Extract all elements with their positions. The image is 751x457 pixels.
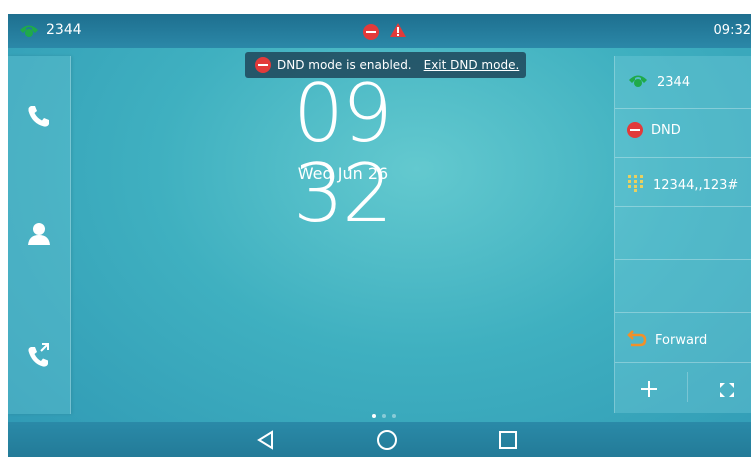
divider bbox=[615, 108, 751, 109]
dnd-item[interactable]: DND bbox=[627, 122, 681, 138]
page-indicator bbox=[372, 414, 396, 418]
left-sidebar bbox=[8, 56, 71, 414]
page-dot[interactable] bbox=[392, 414, 396, 418]
expand-icon[interactable] bbox=[720, 382, 734, 401]
clock-date: Wed Jun 26 bbox=[297, 164, 389, 183]
recents-icon[interactable] bbox=[496, 428, 520, 452]
divider bbox=[615, 206, 751, 207]
plus-icon[interactable] bbox=[640, 380, 658, 402]
phone-screen: 2344 09:32 DND mode is enabled. Exit DND… bbox=[8, 14, 751, 457]
dnd-icon bbox=[255, 57, 271, 73]
forward-item[interactable]: Forward bbox=[627, 329, 707, 351]
divider bbox=[615, 157, 751, 158]
status-bar: 2344 09:32 bbox=[8, 14, 751, 48]
dnd-label: DND bbox=[651, 122, 681, 138]
clock-time: 09 32 bbox=[293, 67, 393, 240]
divider bbox=[615, 312, 751, 313]
warning-icon bbox=[389, 22, 407, 42]
status-line[interactable]: 2344 bbox=[18, 22, 82, 38]
page-dot[interactable] bbox=[372, 414, 376, 418]
status-time: 09:32 bbox=[713, 23, 751, 38]
status-alerts bbox=[363, 22, 407, 42]
account-label: 2344 bbox=[657, 74, 691, 90]
phone-green-icon bbox=[18, 22, 40, 38]
status-line-number: 2344 bbox=[46, 22, 82, 38]
divider bbox=[615, 362, 751, 363]
phone-icon[interactable] bbox=[25, 102, 53, 130]
forward-icon bbox=[627, 329, 647, 351]
page-dot[interactable] bbox=[382, 414, 386, 418]
account-item[interactable]: 2344 bbox=[627, 72, 690, 92]
divider bbox=[687, 372, 688, 402]
exit-dnd-link[interactable]: Exit DND mode. bbox=[424, 58, 520, 72]
speed-dial-label: 12344,,123# bbox=[653, 177, 739, 193]
navigation-bar bbox=[8, 422, 751, 457]
dnd-icon bbox=[363, 24, 379, 40]
contacts-icon[interactable] bbox=[25, 220, 53, 248]
dialpad-icon bbox=[627, 174, 645, 196]
right-panel: 2344 DND 12344,,123# Forward bbox=[614, 56, 751, 413]
phone-green-icon bbox=[627, 72, 649, 92]
home-icon[interactable] bbox=[375, 428, 399, 452]
call-history-icon[interactable] bbox=[25, 341, 53, 369]
forward-label: Forward bbox=[655, 332, 708, 348]
dnd-icon bbox=[627, 122, 643, 138]
divider bbox=[615, 259, 751, 260]
back-icon[interactable] bbox=[254, 428, 278, 452]
speed-dial-item[interactable]: 12344,,123# bbox=[627, 174, 738, 196]
